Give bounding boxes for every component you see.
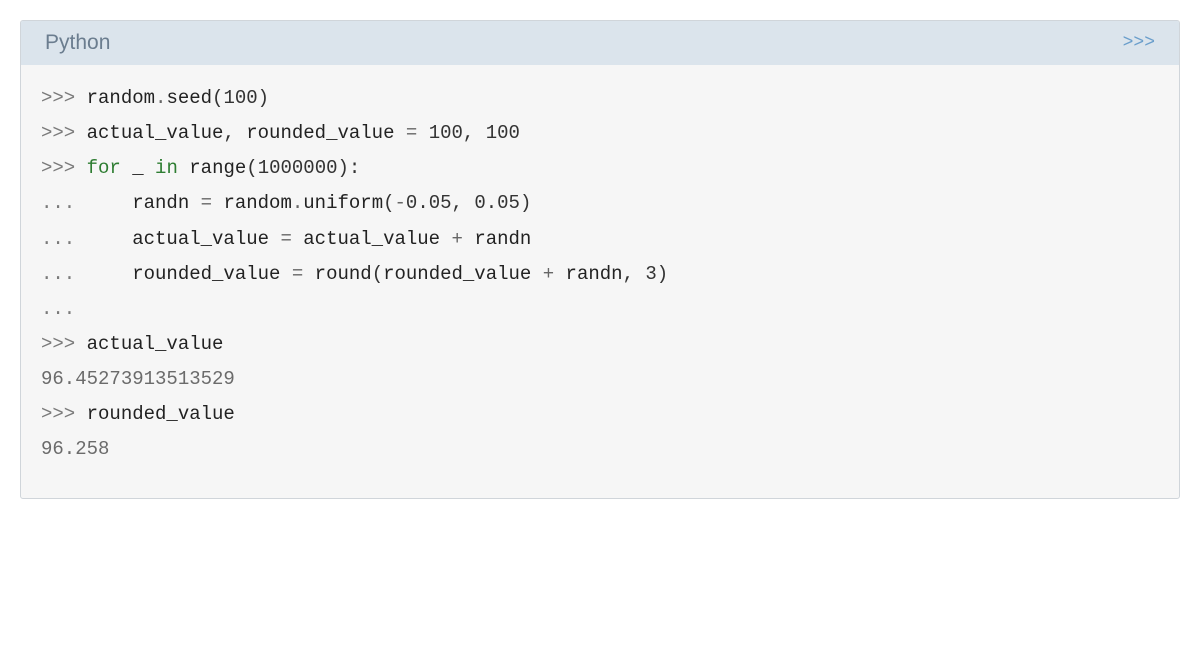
code-body: >>> random.seed(100) >>> actual_value, r… (21, 65, 1179, 498)
code-token: 0.05 (474, 192, 520, 214)
code-token: rounded_value (87, 403, 235, 425)
toggle-prompts-button[interactable]: >>> (1123, 33, 1155, 53)
code-line: >>> actual_value, rounded_value = 100, 1… (41, 116, 1159, 151)
code-token: in (155, 157, 178, 179)
code-token: randn (132, 192, 189, 214)
code-token: 1000000 (258, 157, 338, 179)
code-token: ) (520, 192, 531, 214)
code-token: , (623, 263, 634, 285)
code-token: ) (258, 87, 269, 109)
code-token: 3 (645, 263, 656, 285)
code-token: actual_value (303, 228, 440, 250)
code-token: round (315, 263, 372, 285)
prompt-indicator: >>> (41, 403, 87, 425)
code-token: - (395, 192, 406, 214)
code-token: ) (657, 263, 668, 285)
code-token: uniform (303, 192, 383, 214)
code-token: range (189, 157, 246, 179)
code-line: >>> rounded_value (41, 397, 1159, 432)
code-block: Python >>> >>> random.seed(100) >>> actu… (20, 20, 1180, 499)
code-token: seed (166, 87, 212, 109)
code-token: actual_value (132, 228, 269, 250)
code-token: + (543, 263, 554, 285)
code-token: 100 (223, 87, 257, 109)
continuation-indicator: ... (41, 298, 75, 320)
prompt-indicator: >>> (41, 122, 87, 144)
code-token: ): (338, 157, 361, 179)
continuation-indicator: ... (41, 263, 87, 285)
code-token: random (223, 192, 291, 214)
code-line: ... randn = random.uniform(-0.05, 0.05) (41, 186, 1159, 221)
continuation-indicator: ... (41, 192, 87, 214)
code-line: >>> random.seed(100) (41, 81, 1159, 116)
code-token: = (280, 228, 291, 250)
code-token: = (406, 122, 417, 144)
code-output: 96.258 (41, 432, 1159, 467)
code-line: ... (41, 292, 1159, 327)
prompt-indicator: >>> (41, 333, 87, 355)
code-token: 100 (429, 122, 463, 144)
code-token: = (201, 192, 212, 214)
code-token: rounded_value (132, 263, 280, 285)
code-token: ( (372, 263, 383, 285)
code-token: ( (212, 87, 223, 109)
code-token: rounded_value (246, 122, 394, 144)
code-token: . (155, 87, 166, 109)
code-token: actual_value (87, 122, 224, 144)
continuation-indicator: ... (41, 228, 87, 250)
prompt-indicator: >>> (41, 157, 87, 179)
code-header-title: Python (45, 31, 110, 55)
code-token: ( (246, 157, 257, 179)
code-token: = (292, 263, 303, 285)
code-line: >>> for _ in range(1000000): (41, 151, 1159, 186)
code-token: for (87, 157, 121, 179)
prompt-indicator: >>> (41, 87, 87, 109)
code-token: 0.05 (406, 192, 452, 214)
code-header: Python >>> (21, 21, 1179, 65)
code-line: ... actual_value = actual_value + randn (41, 222, 1159, 257)
code-output: 96.45273913513529 (41, 362, 1159, 397)
code-token: , (452, 192, 463, 214)
code-token: rounded_value (383, 263, 531, 285)
code-token: ( (383, 192, 394, 214)
code-token: + (452, 228, 463, 250)
code-token: randn (566, 263, 623, 285)
code-token: _ (132, 157, 143, 179)
code-line: ... rounded_value = round(rounded_value … (41, 257, 1159, 292)
code-line: >>> actual_value (41, 327, 1159, 362)
code-token: 100 (486, 122, 520, 144)
code-token: actual_value (87, 333, 224, 355)
code-token: random (87, 87, 155, 109)
code-token: randn (474, 228, 531, 250)
code-token: , (223, 122, 234, 144)
code-token: , (463, 122, 474, 144)
code-token: . (292, 192, 303, 214)
